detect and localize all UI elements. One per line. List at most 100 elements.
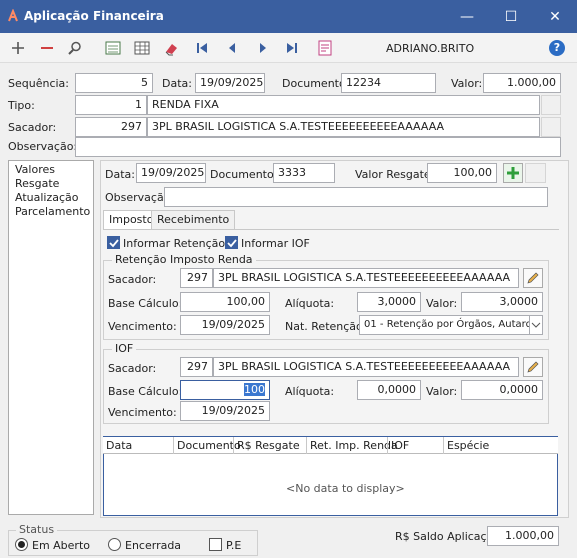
resgate-data-field[interactable]: 19/09/2025	[136, 163, 206, 183]
observacao-field[interactable]	[75, 137, 561, 157]
pe-label: P.E	[226, 539, 242, 552]
col-iof[interactable]: IOF	[391, 439, 409, 452]
retencao-valor-field[interactable]: 3,0000	[461, 292, 543, 312]
col-separator	[387, 437, 388, 454]
plus-icon	[507, 167, 519, 179]
col-separator	[443, 437, 444, 454]
retencao-sacador-edit[interactable]	[523, 268, 543, 288]
tipo-name-field[interactable]: RENDA FIXA	[147, 95, 540, 115]
tree-item-atualizacao[interactable]: Atualização	[15, 191, 79, 204]
retencao-base-label: Base Cálculo:	[108, 297, 183, 310]
iof-sacador-name[interactable]: 3PL BRASIL LOGISTICA S.A.TESTEEEEEEEEEEA…	[213, 357, 519, 377]
close-button[interactable]: ✕	[533, 0, 577, 33]
resgate-documento-label: Documento:	[210, 168, 278, 181]
minimize-button[interactable]: —	[445, 0, 489, 33]
tipo-code-field[interactable]: 1	[75, 95, 147, 115]
iof-sacador-edit[interactable]	[523, 357, 543, 377]
last-record-icon[interactable]	[280, 37, 304, 59]
help-icon[interactable]: ?	[549, 40, 565, 56]
retencao-sacador-code[interactable]: 297	[180, 268, 213, 288]
iof-base-selection: 100	[244, 383, 265, 396]
resgate-observacao-field[interactable]	[164, 187, 548, 207]
tab-divider	[103, 229, 559, 230]
tipo-lookup-button[interactable]	[541, 95, 561, 115]
retencao-aliquota-label: Alíquota:	[285, 297, 335, 310]
iof-vencimento-field[interactable]: 19/09/2025	[180, 401, 270, 421]
natureza-retencao-select[interactable]: 01 - Retenção por Órgãos, Autarquias	[359, 315, 530, 335]
valor-resgate-field[interactable]: 100,00	[427, 163, 497, 183]
sequencia-label: Sequência:	[8, 77, 69, 90]
report-icon[interactable]	[313, 37, 337, 59]
iof-sacador-label: Sacador:	[108, 362, 157, 375]
add-icon[interactable]	[6, 37, 30, 59]
retencao-valor-label: Valor:	[426, 297, 458, 310]
grid-view-icon[interactable]	[130, 37, 154, 59]
search-icon[interactable]	[63, 37, 87, 59]
resgate-documento-field[interactable]: 3333	[273, 163, 335, 183]
remove-icon[interactable]	[35, 37, 59, 59]
retencao-sacador-name[interactable]: 3PL BRASIL LOGISTICA S.A.TESTEEEEEEEEEEA…	[213, 268, 519, 288]
iof-base-label: Base Cálculo:	[108, 385, 183, 398]
iof-valor-field[interactable]: 0,0000	[461, 380, 543, 400]
excel-export-icon[interactable]	[101, 37, 125, 59]
radio-em-aberto[interactable]	[15, 538, 28, 551]
radio-dot	[18, 541, 25, 548]
iof-aliquota-field[interactable]: 0,0000	[357, 380, 421, 400]
pencil-icon	[527, 272, 539, 284]
iof-valor-label: Valor:	[426, 385, 458, 398]
retencao-aliquota-field[interactable]: 3,0000	[357, 292, 421, 312]
retencao-vencimento-field[interactable]: 19/09/2025	[180, 315, 270, 335]
disabled-action-button[interactable]	[525, 163, 546, 183]
documento-label: Documento:	[282, 77, 350, 90]
current-user: ADRIANO.BRITO	[386, 42, 475, 55]
retencao-sacador-label: Sacador:	[108, 273, 157, 286]
iof-vencimento-label: Vencimento:	[108, 406, 177, 419]
saldo-field[interactable]: 1.000,00	[487, 526, 559, 546]
iof-sacador-code[interactable]: 297	[180, 357, 213, 377]
informar-iof-checkbox[interactable]	[225, 236, 238, 249]
next-record-icon[interactable]	[251, 37, 275, 59]
tree-item-parcelamento[interactable]: Parcelamento	[15, 205, 90, 218]
chevron-down-icon	[531, 322, 541, 328]
iof-aliquota-label: Alíquota:	[285, 385, 335, 398]
resgate-data-label: Data:	[105, 168, 135, 181]
pe-checkbox[interactable]	[209, 538, 222, 551]
col-ret-imp-renda[interactable]: Ret. Imp. Renda	[310, 439, 398, 452]
col-documento[interactable]: Documento	[177, 439, 241, 452]
title-bar: Aplicação Financeira — ☐ ✕	[0, 0, 577, 33]
toolbar: ADRIANO.BRITO ?	[0, 33, 577, 63]
natureza-dropdown-toggle[interactable]	[530, 315, 543, 335]
sacador-code-field[interactable]: 297	[75, 117, 147, 137]
first-record-icon[interactable]	[190, 37, 214, 59]
retencao-group-label: Retenção Imposto Renda	[112, 253, 256, 266]
sacador-name-field[interactable]: 3PL BRASIL LOGISTICA S.A.TESTEEEEEEEEEEA…	[147, 117, 540, 137]
sacador-lookup-button[interactable]	[541, 117, 561, 137]
eraser-icon[interactable]	[159, 37, 183, 59]
maximize-button[interactable]: ☐	[489, 0, 533, 33]
col-separator	[173, 437, 174, 454]
add-resgate-button[interactable]	[503, 163, 523, 183]
retencao-base-field[interactable]: 100,00	[180, 292, 270, 312]
radio-encerrada[interactable]	[108, 538, 121, 551]
valor-field[interactable]: 1.000,00	[483, 73, 561, 93]
col-resgate[interactable]: R$ Resgate	[237, 439, 300, 452]
tree-item-valores[interactable]: Valores	[15, 163, 55, 176]
col-separator	[306, 437, 307, 454]
tree-item-resgate[interactable]: Resgate	[15, 177, 59, 190]
col-especie[interactable]: Espécie	[447, 439, 489, 452]
iof-base-field[interactable]: 100	[180, 380, 270, 400]
observacao-label: Observação:	[8, 140, 78, 153]
col-data[interactable]: Data	[106, 439, 132, 452]
documento-field[interactable]: 12234	[341, 73, 436, 93]
data-field[interactable]: 19/09/2025	[195, 73, 265, 93]
informar-retencao-checkbox[interactable]	[107, 236, 120, 249]
window-title: Aplicação Financeira	[24, 9, 164, 23]
natureza-retencao-label: Nat. Retenção:	[285, 320, 367, 333]
tab-recebimento[interactable]: Recebimento	[151, 210, 236, 229]
tipo-label: Tipo:	[8, 99, 35, 112]
col-separator	[233, 437, 234, 454]
sequencia-field[interactable]: 5	[75, 73, 153, 93]
previous-record-icon[interactable]	[220, 37, 244, 59]
iof-group-label: IOF	[112, 342, 137, 355]
navigation-tree: Valores Resgate Atualização Parcelamento	[8, 160, 94, 515]
